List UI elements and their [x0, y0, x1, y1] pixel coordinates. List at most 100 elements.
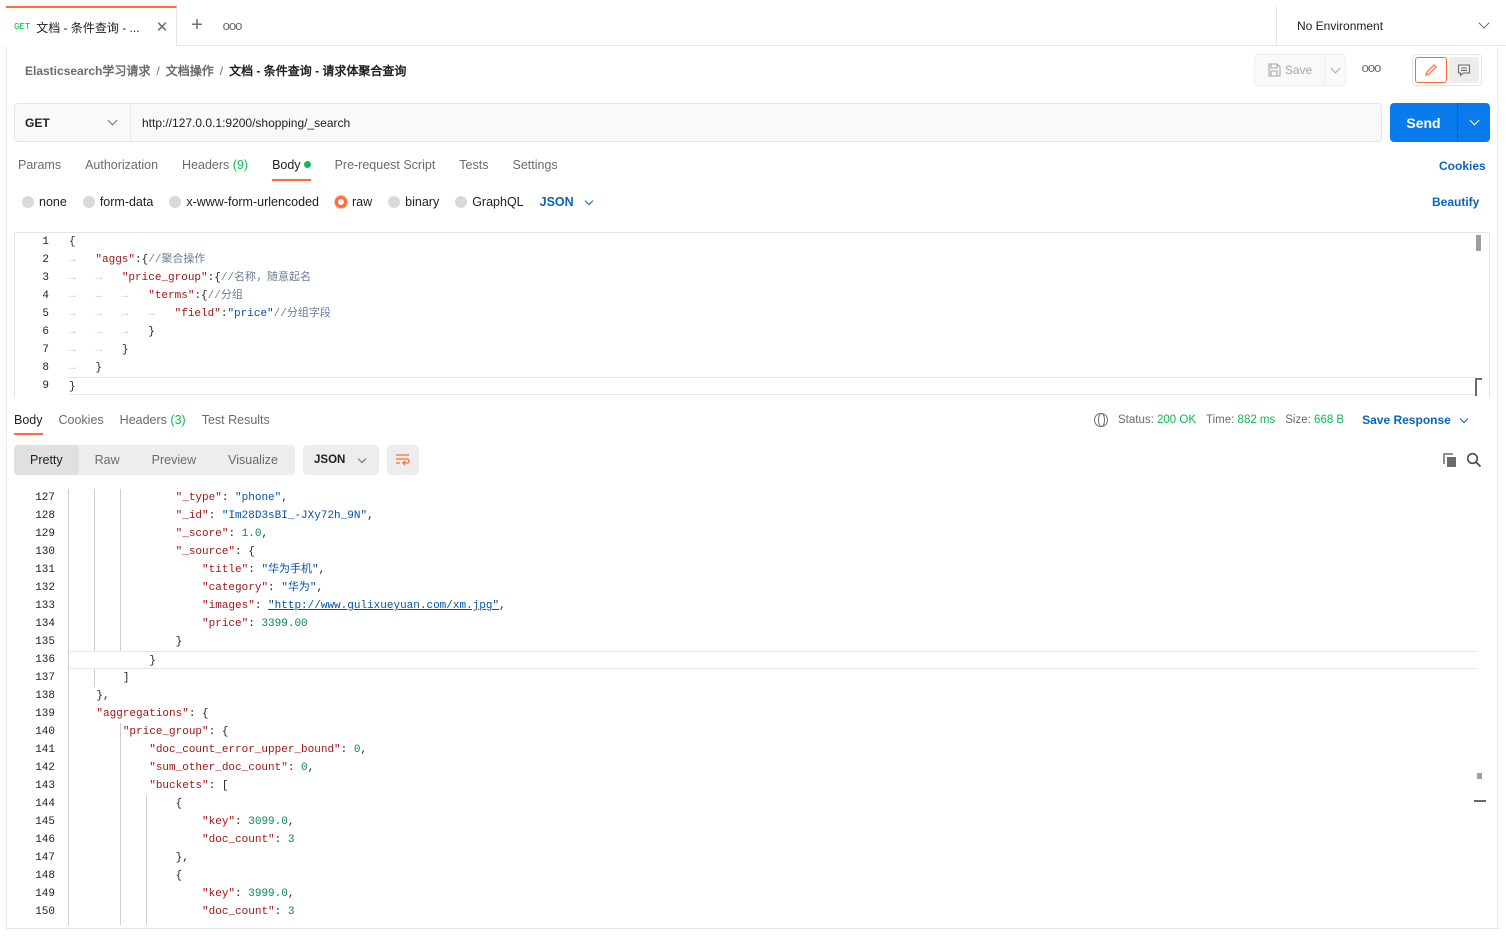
body-format-label: JSON — [539, 195, 574, 209]
line-number: 135 — [35, 636, 55, 648]
view-preview[interactable]: Preview — [136, 445, 212, 475]
breadcrumb-request[interactable]: 文档 - 条件查询 - 请求体聚合查询 — [229, 62, 406, 79]
response-scrollbar[interactable] — [1474, 489, 1486, 925]
response-tab-headers[interactable]: Headers (3) — [120, 413, 186, 434]
add-tab-icon[interactable]: + — [177, 6, 217, 45]
radio-form-data[interactable]: form-data — [82, 195, 154, 209]
size[interactable]: Size: 668 B — [1285, 414, 1344, 426]
request-tab-strip: GET 文档 - 条件查询 - ... ✕ + ooo No Environme… — [6, 6, 1506, 46]
response-tab-test-results[interactable]: Test Results — [202, 413, 270, 434]
chevron-down-icon — [584, 196, 593, 205]
json-value: 0 — [301, 762, 308, 774]
view-pretty[interactable]: Pretty — [14, 445, 79, 475]
tab-headers[interactable]: Headers (9) — [182, 158, 248, 180]
search-icon[interactable] — [1466, 452, 1482, 468]
view-raw[interactable]: Raw — [79, 445, 136, 475]
cookies-link[interactable]: Cookies — [1439, 159, 1486, 173]
request-body-editor[interactable]: 1 2 3 4 5 6 7 8 9 { → "aggs":{//聚合操作 → →… — [14, 232, 1490, 397]
send-button[interactable]: Send — [1390, 103, 1490, 142]
scrollbar-thumb[interactable] — [1477, 773, 1482, 779]
radio-label: form-data — [99, 195, 154, 209]
more-tabs-icon[interactable]: ooo — [217, 6, 247, 45]
code-line: "doc_count": 3 — [202, 834, 295, 846]
tab-name: 文档 - 条件查询 - ... — [36, 20, 140, 35]
line-number: 7 — [42, 344, 49, 356]
code-line: }, — [96, 690, 110, 702]
close-icon[interactable]: ✕ — [152, 18, 172, 36]
url-input[interactable]: http://127.0.0.1:9200/shopping/_search — [131, 104, 1381, 141]
request-tab[interactable]: GET 文档 - 条件查询 - ... ✕ — [6, 6, 177, 46]
code-line-current: } — [70, 651, 1476, 669]
code-line: "_score": 1.0, — [175, 528, 269, 540]
tab-label: Test Results — [201, 413, 270, 427]
line-number: 130 — [35, 546, 55, 558]
radio-urlencoded[interactable]: x-www-form-urlencoded — [169, 195, 319, 209]
method-select[interactable]: GET — [15, 104, 131, 141]
save-button[interactable]: Save — [1254, 54, 1346, 86]
json-link[interactable]: "http://www.gulixueyuan.com/xm.jpg" — [268, 600, 499, 612]
send-dropdown[interactable] — [1458, 103, 1490, 142]
code-line: "_id": "Im28D3sBI_-JXy72h_9N", — [175, 510, 374, 522]
resize-handle[interactable] — [1475, 378, 1482, 396]
radio-binary[interactable]: binary — [388, 195, 439, 209]
tab-settings[interactable]: Settings — [512, 158, 557, 180]
code-line: → → → } — [69, 323, 1475, 341]
code-line: { — [175, 870, 183, 882]
json-key: "aggregations" — [96, 708, 189, 720]
radio-none[interactable]: none — [22, 195, 67, 209]
tab-authorization[interactable]: Authorization — [85, 158, 158, 180]
response-format-select[interactable]: JSON — [303, 445, 379, 475]
code-token: "price" — [227, 308, 274, 320]
code-line: → → } — [69, 341, 1475, 359]
edit-mode-button[interactable] — [1415, 57, 1447, 83]
documentation-mode-button[interactable] — [1449, 57, 1479, 83]
response-tab-cookies[interactable]: Cookies — [59, 413, 104, 434]
json-value: "华为手机" — [261, 564, 319, 576]
code-line: "buckets": [ — [149, 780, 229, 792]
request-tabs: Params Authorization Headers (9) Body Pr… — [18, 158, 582, 181]
tab-body[interactable]: Body — [272, 158, 311, 181]
radio-raw[interactable]: raw — [335, 195, 372, 209]
send-label[interactable]: Send — [1390, 103, 1458, 142]
tab-label: Cookies — [58, 413, 104, 427]
line-numbers: 127 128 129 130 131 132 133 134 135 136 … — [14, 489, 61, 921]
beautify-button[interactable]: Beautify — [1432, 195, 1479, 209]
window-right-edge — [1497, 46, 1498, 928]
code-line: "aggregations": { — [96, 708, 209, 720]
tab-params[interactable]: Params — [18, 158, 61, 180]
scroll-position-marker — [1474, 800, 1486, 802]
json-key: "doc_count_error_upper_bound" — [149, 744, 341, 756]
save-dropdown[interactable] — [1325, 63, 1345, 73]
response-body-viewer[interactable]: 127 128 129 130 131 132 133 134 135 136 … — [14, 489, 1490, 925]
tab-pre-request-script[interactable]: Pre-request Script — [335, 158, 436, 180]
breadcrumb-folder[interactable]: 文档操作 — [166, 62, 214, 79]
breadcrumb-collection[interactable]: Elasticsearch学习请求 — [25, 62, 150, 79]
line-number: 150 — [35, 906, 55, 918]
status[interactable]: Status: 200 OK — [1118, 414, 1196, 426]
wrap-lines-button[interactable] — [387, 445, 419, 475]
save-response-button[interactable]: Save Response — [1362, 413, 1469, 427]
breadcrumb-separator: / — [156, 63, 160, 78]
view-visualize[interactable]: Visualize — [212, 445, 294, 475]
radio-graphql[interactable]: GraphQL — [455, 195, 524, 209]
time[interactable]: Time: 882 ms — [1206, 414, 1275, 426]
code-token: "terms" — [148, 290, 195, 302]
globe-icon[interactable] — [1094, 413, 1108, 427]
tab-label: Body — [14, 413, 43, 427]
response-status-bar: Status: 200 OK Time: 882 ms Size: 668 B … — [1094, 413, 1469, 427]
environment-selector[interactable]: No Environment — [1276, 6, 1506, 46]
more-options-icon[interactable]: ooo — [1358, 60, 1384, 80]
line-number: 2 — [42, 254, 49, 266]
indent-arrow-icon: → → → → — [69, 308, 175, 320]
line-number: 147 — [35, 852, 55, 864]
json-value: 3 — [287, 906, 295, 918]
copy-icon[interactable] — [1442, 452, 1458, 468]
save-main[interactable]: Save — [1255, 55, 1325, 85]
tab-tests[interactable]: Tests — [459, 158, 488, 180]
window-left-edge — [6, 46, 7, 928]
scrollbar-thumb[interactable] — [1476, 235, 1481, 251]
body-format-select[interactable]: JSON — [539, 195, 593, 209]
response-tab-body[interactable]: Body — [14, 413, 43, 435]
editor-scrollbar[interactable] — [1475, 233, 1483, 397]
radio-circle — [22, 196, 34, 208]
